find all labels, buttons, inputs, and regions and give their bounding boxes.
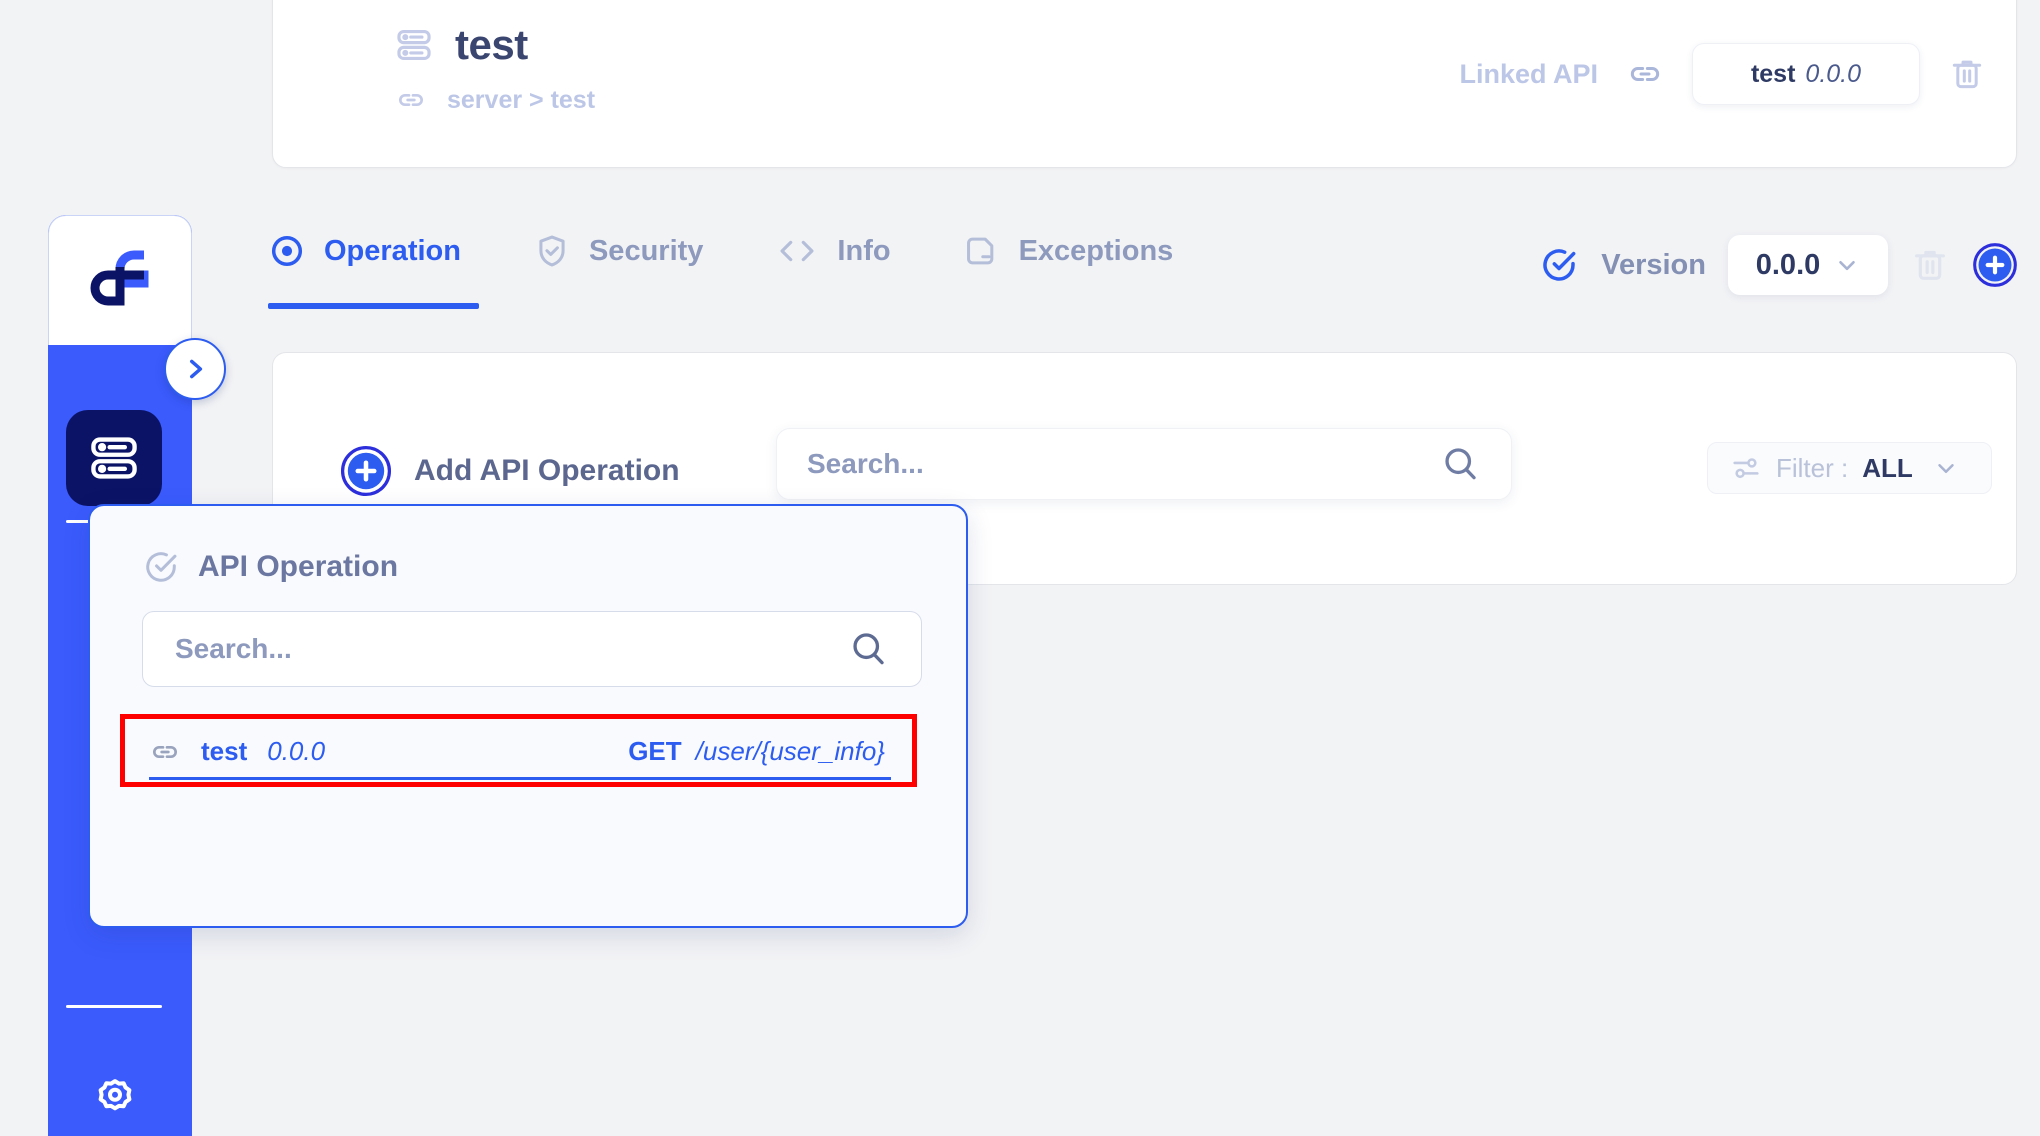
server-icon [88,432,140,484]
api-operation-popup: API Operation Search... test 0.0.0 GET /… [88,504,968,928]
highlight-annotation: test 0.0.0 GET /user/{user_info} [120,714,917,787]
sidebar-settings-button[interactable] [92,1075,138,1121]
result-path: /user/{user_info} [695,736,885,766]
popup-title: API Operation [198,550,399,583]
linked-api-label: Linked API [1459,58,1598,89]
code-brackets-icon [775,232,819,270]
plus-circle-icon [340,445,392,497]
tab-security-label: Security [588,234,704,267]
sliders-icon [1730,452,1762,484]
app-logo-icon [84,249,156,313]
tab-exceptions[interactable]: Exceptions [963,232,1174,270]
popup-search-box[interactable]: Search... [142,611,922,687]
popup-search-input[interactable]: Search... [175,633,847,665]
trash-icon[interactable] [1910,245,1950,285]
header-card: test server > test Linked API test 0.0.0 [272,0,2017,168]
check-circle-icon [1539,245,1579,285]
link-icon [1626,55,1664,93]
server-icon [395,26,433,64]
page-title: test [455,21,528,68]
trash-icon[interactable] [1948,55,1986,93]
search-icon[interactable] [847,628,889,670]
version-value: 0.0.0 [1755,248,1821,281]
sidebar-divider-bottom [66,1005,162,1008]
version-group: Version 0.0.0 [1539,235,2018,295]
operations-search-box[interactable]: Search... [776,428,1512,500]
search-icon[interactable] [1439,443,1481,485]
operations-search-input[interactable]: Search... [807,448,1439,480]
sidebar-item-server[interactable] [66,410,162,506]
shield-check-icon [533,232,571,270]
gear-icon [92,1075,138,1121]
tab-operation[interactable]: Operation [268,232,461,270]
link-icon [395,84,427,116]
link-icon [149,736,181,768]
add-api-operation-button[interactable]: Add API Operation [340,445,680,497]
chevron-down-icon [1834,252,1860,278]
tab-info-label: Info [837,234,891,267]
add-api-operation-label: Add API Operation [414,454,680,487]
linked-api-pill[interactable]: test 0.0.0 [1692,43,1920,105]
app-root: test server > test Linked API test 0.0.0… [0,0,2040,1136]
result-left: test 0.0.0 [149,736,325,768]
app-logo[interactable] [48,215,192,345]
linked-api-version: 0.0.0 [1805,59,1862,88]
tab-security[interactable]: Security [533,232,703,270]
version-select[interactable]: 0.0.0 [1728,235,1888,295]
result-version: 0.0.0 [267,736,326,766]
result-method: GET [628,736,682,766]
tab-operation-label: Operation [324,234,461,267]
chevron-right-icon [182,356,208,382]
version-label: Version [1601,248,1706,281]
target-icon [268,232,306,270]
sidebar-expand-button[interactable] [164,338,226,400]
chevron-down-icon [1933,455,1959,481]
document-minus-icon [963,232,1001,270]
tab-info[interactable]: Info [775,232,891,270]
filter-value: ALL [1862,452,1913,483]
linked-api-group: Linked API test 0.0.0 [1459,43,1986,105]
filter-dropdown[interactable]: Filter : ALL [1707,442,1992,494]
popup-result-row[interactable]: test 0.0.0 GET /user/{user_info} [149,726,891,780]
popup-header: API Operation [142,548,398,586]
linked-api-name: test [1750,59,1796,88]
result-name: test [201,736,248,766]
breadcrumb: server > test [395,84,595,116]
check-circle-icon [142,548,180,586]
page-title-row: test [395,21,528,69]
filter-label: Filter : [1776,452,1849,483]
tab-bar: Operation Security Info Exceptions [268,232,1173,270]
breadcrumb-text: server > test [447,85,596,114]
result-right: GET /user/{user_info} [628,736,891,767]
active-tab-indicator [268,303,479,309]
plus-circle-icon[interactable] [1972,242,2018,288]
tab-exceptions-label: Exceptions [1018,234,1174,267]
